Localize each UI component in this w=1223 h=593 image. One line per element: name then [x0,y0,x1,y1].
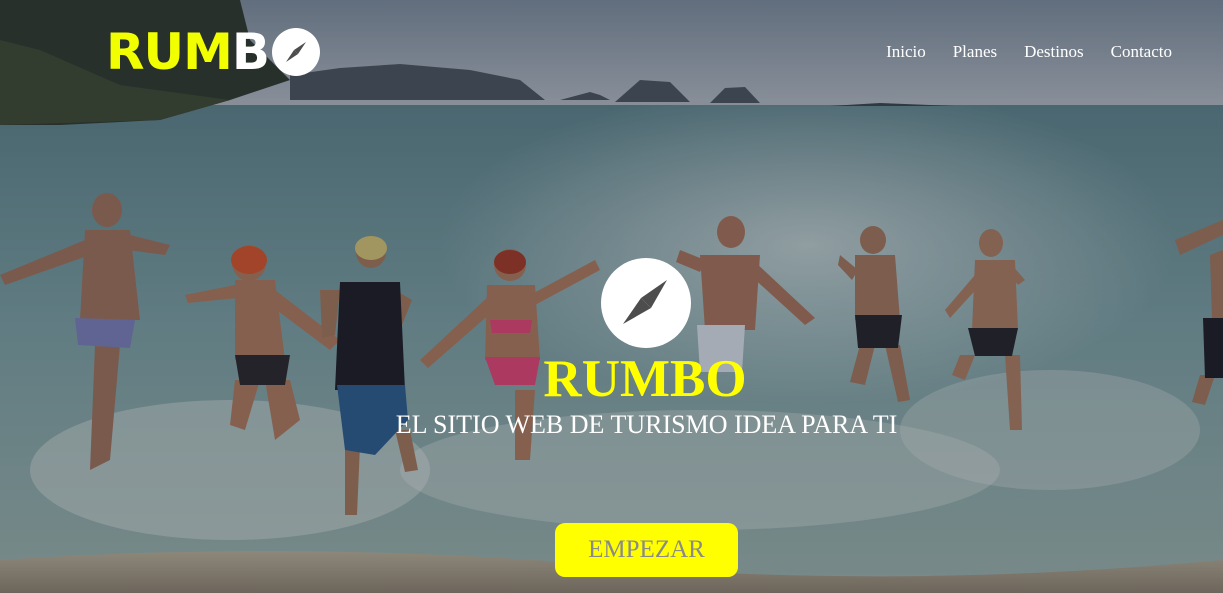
nav-item-inicio[interactable]: Inicio [886,40,926,64]
nav-item-planes[interactable]: Planes [953,40,997,64]
compass-icon [601,258,691,348]
hero-subtitle: EL SITIO WEB DE TURISMO IDEA PARA TI [395,410,898,439]
start-button[interactable]: EMPEZAR [555,523,738,577]
hero-section: RUMB Inicio Planes Destinos Contacto RUM… [0,0,1223,593]
site-logo[interactable]: RUMB [106,24,321,80]
compass-icon [271,28,320,76]
nav-item-destinos[interactable]: Destinos [1024,40,1084,64]
logo-text-plain: B [231,23,270,81]
nav-item-contacto[interactable]: Contacto [1111,40,1172,64]
logo-text-accent: RUM [106,23,233,81]
hero-title: RUMBO [543,350,747,408]
main-nav: Inicio Planes Destinos Contacto [886,40,1172,64]
logo-wordmark: RUMB [106,23,270,81]
